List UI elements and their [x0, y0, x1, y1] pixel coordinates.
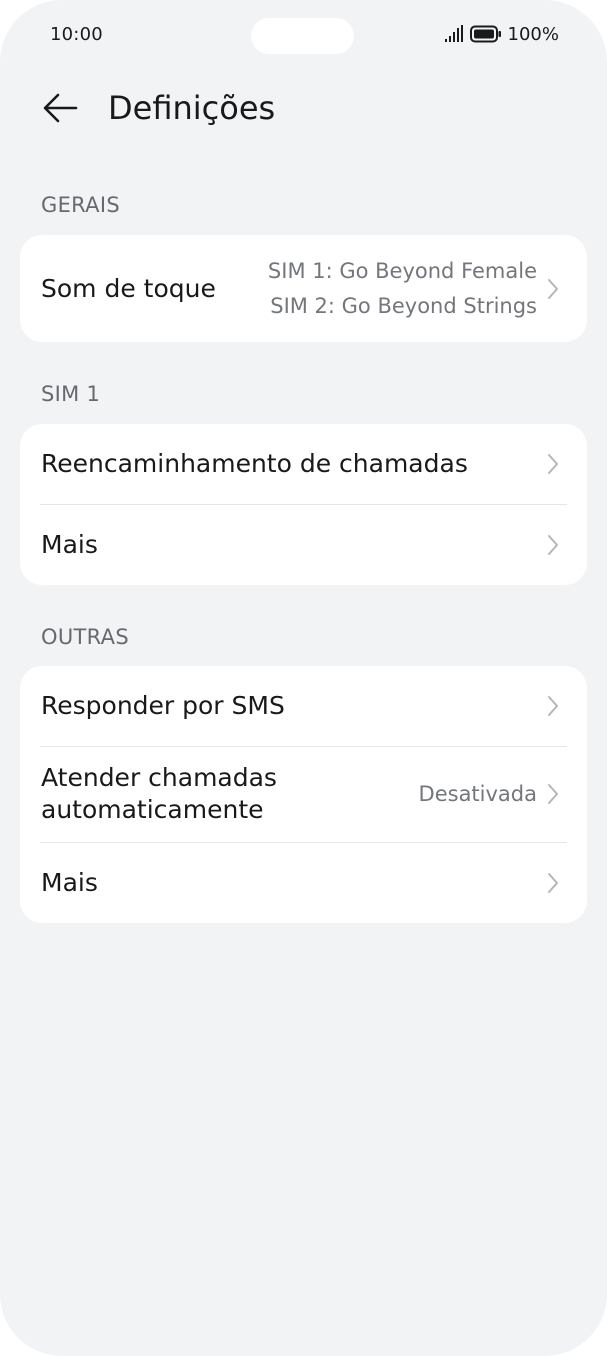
row-label: Mais: [41, 867, 98, 897]
ringtone-sim1: SIM 1: Go Beyond Female: [267, 258, 537, 283]
status-indicators: 100%: [444, 22, 559, 46]
row-label: Atender chamadas automaticamente: [41, 762, 419, 826]
ringtone-sim2: SIM 2: Go Beyond Strings: [270, 293, 537, 318]
phone-screen: 10:00 100% Definições GERAIS Som de toqu…: [0, 0, 607, 1356]
card-sim1: Reencaminhamento de chamadas Mais: [20, 424, 587, 585]
arrow-left-icon: [43, 93, 78, 123]
row-label: Som de toque: [41, 273, 216, 303]
signal-icon: [444, 25, 463, 42]
row-reply-sms[interactable]: Responder por SMS: [20, 666, 587, 746]
chevron-right-icon: [548, 872, 558, 893]
row-label-line-1: Atender chamadas: [41, 763, 277, 792]
chevron-right-icon: [548, 696, 558, 716]
row-other-more[interactable]: Mais: [20, 842, 587, 923]
chevron-right-icon: [548, 454, 558, 474]
row-call-forwarding[interactable]: Reencaminhamento de chamadas: [20, 424, 587, 504]
page-title: Definições: [108, 89, 276, 127]
row-label: Mais: [41, 529, 98, 559]
battery-level: 100%: [507, 23, 559, 45]
chevron-right-icon: [548, 784, 558, 804]
section-label-gerais: GERAIS: [41, 193, 120, 217]
section-label-sim1: SIM 1: [41, 382, 101, 406]
header: Definições: [0, 78, 607, 138]
row-auto-answer[interactable]: Atender chamadas automaticamente Desativ…: [20, 746, 587, 842]
status-bar: 10:00 100%: [0, 0, 607, 70]
row-sim1-more[interactable]: Mais: [20, 504, 587, 585]
row-ringtone[interactable]: Som de toque SIM 1: Go Beyond Female SIM…: [20, 235, 587, 342]
auto-answer-status: Desativada: [418, 781, 537, 806]
row-label: Responder por SMS: [41, 691, 285, 720]
status-time: 10:00: [50, 24, 103, 45]
row-label: Reencaminhamento de chamadas: [41, 449, 468, 478]
row-label-line-2: automaticamente: [41, 795, 264, 824]
chevron-right-icon: [548, 278, 558, 299]
card-gerais: Som de toque SIM 1: Go Beyond Female SIM…: [20, 235, 587, 342]
back-button[interactable]: [36, 86, 84, 130]
section-label-outras: OUTRAS: [41, 625, 129, 649]
ringtone-values: SIM 1: Go Beyond Female SIM 2: Go Beyond…: [268, 254, 537, 324]
camera-pill: [251, 18, 354, 54]
card-outras: Responder por SMS Atender chamadas autom…: [20, 666, 587, 923]
chevron-right-icon: [548, 534, 558, 555]
battery-icon: [469, 25, 501, 43]
